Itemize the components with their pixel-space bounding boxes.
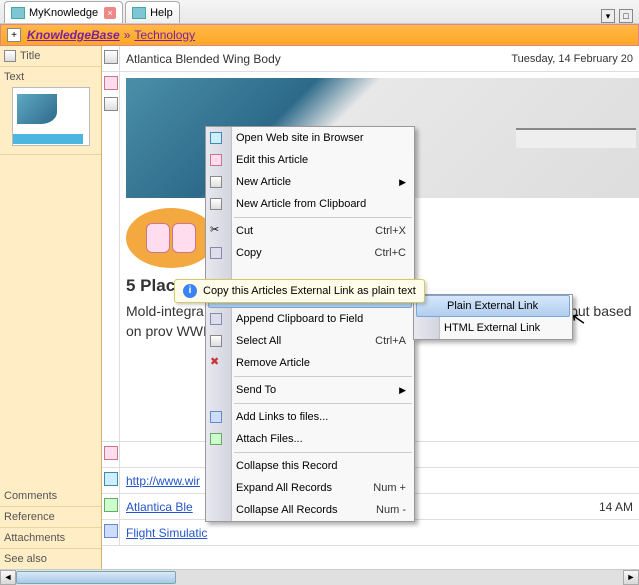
copy-as-submenu: Plain External Link HTML External Link: [413, 294, 573, 340]
expand-icon[interactable]: +: [7, 28, 21, 42]
sidebar-seealso[interactable]: See also: [0, 549, 101, 570]
chevron-right-icon: ▶: [399, 177, 406, 188]
title-icon: [4, 50, 16, 62]
tooltip-text: Copy this Articles External Link as plai…: [203, 285, 416, 297]
edit-icon[interactable]: [104, 76, 118, 90]
menu-cut[interactable]: ✂CutCtrl+X: [206, 220, 414, 242]
menu-send-to[interactable]: Send To▶: [206, 379, 414, 401]
menu-edit-article[interactable]: Edit this Article: [206, 149, 414, 171]
menu-expand-all[interactable]: Expand All RecordsNum +: [206, 477, 414, 499]
article-title: Atlantica Blended Wing Body: [126, 52, 281, 66]
copy-icon: [210, 247, 222, 259]
doc-icon: [210, 176, 222, 188]
collapse-icon[interactable]: [104, 97, 118, 111]
menu-open-browser[interactable]: Open Web site in Browser: [206, 127, 414, 149]
globe-icon: [210, 132, 222, 144]
submenu-plain-link[interactable]: Plain External Link: [416, 295, 570, 317]
tooltip: i Copy this Articles External Link as pl…: [174, 279, 425, 303]
folder-icon: [132, 7, 146, 19]
scissors-icon: ✂: [210, 223, 226, 239]
pencil-icon: [210, 154, 222, 166]
sidebar-label: See also: [4, 553, 97, 565]
title-row: Atlantica Blended Wing Body Tuesday, 14 …: [102, 46, 639, 72]
sidebar-title[interactable]: Title: [0, 46, 101, 67]
menu-copy[interactable]: CopyCtrl+C: [206, 242, 414, 264]
tab-controls: ▾ □: [601, 9, 639, 23]
attach-icon[interactable]: [104, 498, 118, 512]
tab-bar: MyKnowledge × Help ▾ □: [0, 0, 639, 24]
sidebar-comments[interactable]: Comments: [0, 486, 101, 507]
sidebar-label: Attachments: [4, 532, 97, 544]
attach-icon: [210, 433, 222, 445]
minimize-icon[interactable]: ▾: [601, 9, 615, 23]
scroll-right-icon[interactable]: ►: [623, 570, 639, 585]
globe-icon[interactable]: [104, 472, 118, 486]
menu-append-clipboard[interactable]: Append Clipboard to Field: [206, 308, 414, 330]
reference-link[interactable]: http://www.wir: [126, 474, 200, 488]
sidebar-text[interactable]: Text: [0, 67, 101, 155]
sidebar-reference[interactable]: Reference: [0, 507, 101, 528]
sidebar: Title Text Comments Reference Attachment…: [0, 46, 102, 570]
sidebar-label: Text: [4, 71, 24, 83]
seealso-row: Flight Simulatic: [102, 520, 639, 546]
clipboard-icon: [210, 313, 222, 325]
edit-icon[interactable]: [104, 446, 118, 460]
link-icon[interactable]: [104, 524, 118, 538]
attachment-time: 14 AM: [599, 500, 633, 514]
delete-icon: ✖: [210, 355, 226, 371]
menu-collapse-all[interactable]: Collapse All RecordsNum -: [206, 499, 414, 521]
menu-add-links[interactable]: Add Links to files...: [206, 406, 414, 428]
horizontal-scrollbar[interactable]: ◄ ►: [0, 569, 639, 585]
sidebar-label: Reference: [4, 511, 97, 523]
menu-new-from-clipboard[interactable]: New Article from Clipboard: [206, 193, 414, 215]
article-date: Tuesday, 14 February 20: [511, 53, 633, 65]
menu-select-all[interactable]: Select AllCtrl+A: [206, 330, 414, 352]
breadcrumb-sep: »: [124, 28, 131, 42]
breadcrumb: + KnowledgeBase » Technology: [0, 24, 639, 46]
attachment-link[interactable]: Atlantica Ble: [126, 500, 193, 514]
breadcrumb-current[interactable]: Technology: [134, 28, 195, 42]
maximize-icon[interactable]: □: [619, 9, 633, 23]
scroll-left-icon[interactable]: ◄: [0, 570, 16, 585]
folder-icon: [11, 7, 25, 19]
sidebar-label: Title: [20, 50, 97, 62]
thumbnail[interactable]: [12, 87, 90, 146]
breadcrumb-root[interactable]: KnowledgeBase: [27, 28, 120, 42]
submenu-html-link[interactable]: HTML External Link: [414, 317, 572, 339]
sidebar-attachments[interactable]: Attachments: [0, 528, 101, 549]
info-icon: i: [183, 284, 197, 298]
seealso-link[interactable]: Flight Simulatic: [126, 526, 207, 540]
select-icon: [210, 335, 222, 347]
link-icon: [210, 411, 222, 423]
chevron-right-icon: ▶: [399, 385, 406, 396]
scroll-thumb[interactable]: [16, 571, 176, 584]
close-icon[interactable]: ×: [104, 7, 116, 19]
sidebar-label: Comments: [4, 490, 97, 502]
context-menu: Open Web site in Browser Edit this Artic…: [205, 126, 415, 522]
seats-image: [126, 208, 216, 268]
menu-attach-files[interactable]: Attach Files...: [206, 428, 414, 450]
tab-help[interactable]: Help: [125, 1, 180, 23]
menu-new-article[interactable]: New Article▶: [206, 171, 414, 193]
menu-collapse-record[interactable]: Collapse this Record: [206, 455, 414, 477]
tab-label: Help: [150, 7, 173, 19]
tab-label: MyKnowledge: [29, 7, 98, 19]
menu-remove-article[interactable]: ✖Remove Article: [206, 352, 414, 374]
tab-myknowledge[interactable]: MyKnowledge ×: [4, 1, 123, 23]
clipboard-icon: [210, 198, 222, 210]
article-icon: [104, 50, 118, 64]
